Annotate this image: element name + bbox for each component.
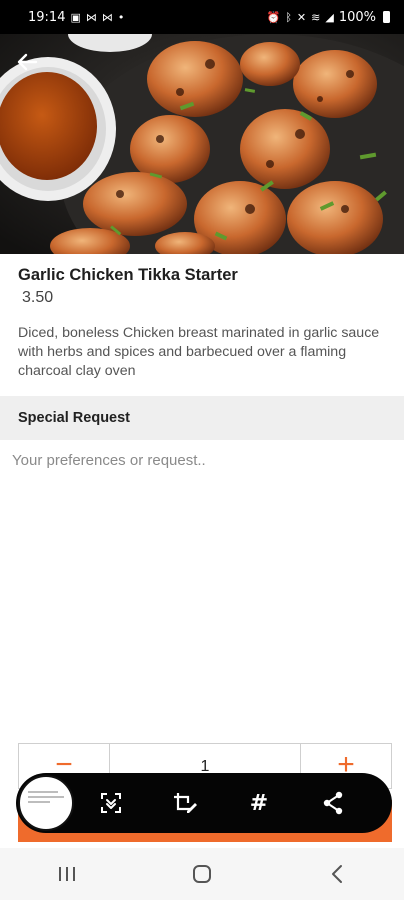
navigation-bar (0, 848, 404, 900)
dish-image (0, 34, 404, 254)
special-request-header: Special Request (0, 396, 404, 440)
dot-icon: • (117, 10, 125, 24)
bluetooth-icon: ᛒ (285, 10, 292, 24)
home-button[interactable] (172, 854, 232, 894)
status-time: 19:14 (28, 9, 66, 25)
share-icon (323, 791, 343, 815)
mute-icon: ✕ (296, 10, 307, 24)
crop-edit-icon (174, 793, 197, 813)
signal-icon: ◢ (325, 10, 334, 24)
hashtag-icon: # (249, 790, 269, 816)
capture-toolbar: # (16, 773, 392, 833)
wifi-icon: ≋ (311, 10, 321, 24)
recent-apps-icon (59, 867, 76, 881)
home-icon (192, 865, 211, 883)
screenshot-thumbnail[interactable] (18, 775, 74, 831)
back-button[interactable] (10, 45, 44, 79)
thumbnail-line (28, 791, 58, 793)
battery-icon (383, 11, 390, 23)
hashtag-button[interactable]: # (222, 773, 296, 833)
dish-description: Diced, boneless Chicken breast marinated… (18, 325, 380, 379)
scroll-capture-icon (101, 793, 121, 813)
dish-title: Garlic Chicken Tikka Starter (18, 266, 238, 284)
scroll-capture-button[interactable] (74, 773, 148, 833)
thumbnail-line (28, 801, 50, 803)
back-icon (331, 865, 342, 883)
arrow-left-icon (17, 53, 38, 71)
image-icon: ▣ (70, 10, 81, 24)
recent-apps-button[interactable] (37, 854, 97, 894)
nav-back-button[interactable] (307, 854, 367, 894)
dish-price: 3.50 (22, 289, 54, 306)
special-request-label: Special Request (18, 410, 131, 426)
special-request-input[interactable] (0, 442, 404, 732)
thumbnail-line (28, 796, 64, 798)
messenger-icon: ⋈ (85, 10, 97, 24)
battery-level: 100% (338, 9, 376, 25)
status-bar: 19:14 ▣ ⋈ ⋈ • ⏰ ᛒ ✕ ≋ ◢ 100% (0, 0, 404, 34)
crop-edit-button[interactable] (148, 773, 222, 833)
status-left: 19:14 ▣ ⋈ ⋈ • (28, 10, 124, 25)
share-button[interactable] (296, 773, 370, 833)
alarm-icon: ⏰ (266, 10, 281, 24)
messenger-icon: ⋈ (101, 10, 113, 24)
status-right: ⏰ ᛒ ✕ ≋ ◢ 100% (267, 10, 390, 25)
